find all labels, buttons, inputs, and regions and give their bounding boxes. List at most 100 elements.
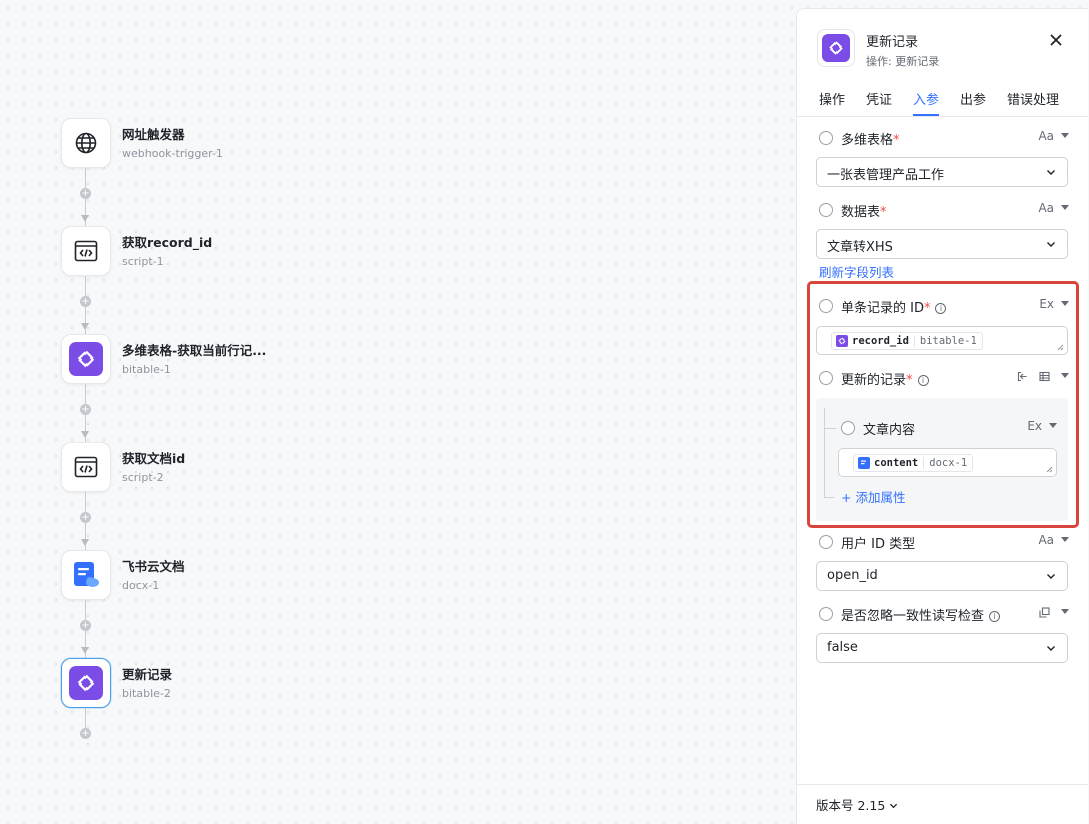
- cloud-doc-icon: [858, 457, 870, 469]
- field-toggle-radio[interactable]: [819, 607, 833, 621]
- info-icon: i: [917, 375, 929, 386]
- record-id-expression-input[interactable]: record_id bitable-1: [816, 326, 1068, 355]
- tab-input-params[interactable]: 入参: [913, 89, 939, 108]
- field-toggle-radio[interactable]: [819, 535, 833, 549]
- resize-handle-icon: [1057, 344, 1064, 351]
- type-selector[interactable]: [1017, 369, 1069, 383]
- field-article-content: 文章内容 Ex: [841, 418, 1057, 438]
- chevron-down-icon: [1047, 170, 1055, 175]
- arrow-down-icon: [81, 323, 89, 330]
- node-subtitle: bitable-2: [122, 687, 171, 700]
- field-record-id: 单条记录的 ID* i Ex: [819, 296, 1069, 316]
- node-title: 网址触发器: [122, 127, 185, 142]
- type-selector[interactable]: Aa: [1038, 533, 1069, 547]
- field-label: 更新的记录* i: [841, 369, 929, 388]
- field-toggle-radio[interactable]: [841, 421, 855, 435]
- arrow-down-icon: [81, 647, 89, 654]
- field-toggle-radio[interactable]: [819, 299, 833, 313]
- field-label: 数据表*: [841, 205, 887, 220]
- code-script-icon: [61, 226, 111, 276]
- flow-node-docx-1[interactable]: 飞书云文档 docx-1: [61, 550, 401, 600]
- add-step-button[interactable]: +: [80, 620, 91, 631]
- node-title: 更新记录: [122, 667, 173, 682]
- add-step-button[interactable]: +: [80, 728, 91, 739]
- refresh-field-list-link[interactable]: 刷新字段列表: [819, 262, 894, 281]
- active-tab-indicator: [913, 114, 939, 116]
- field-updated-record: 更新的记录* i: [819, 368, 1069, 388]
- import-icon: [1018, 371, 1027, 382]
- field-sheet: 数据表* Aa: [819, 200, 1069, 220]
- flow-node-webhook-trigger[interactable]: 网址触发器 webhook-trigger-1: [61, 118, 401, 168]
- bitable-icon: [836, 335, 848, 347]
- field-label: 单条记录的 ID* i: [841, 297, 947, 316]
- tab-credential[interactable]: 凭证: [866, 89, 892, 108]
- sheet-select[interactable]: 文章转XHS: [816, 229, 1068, 259]
- node-config-panel: 更新记录 操作: 更新记录 操作 凭证 入参 出参 错误处理 多维表格* Aa …: [796, 8, 1088, 824]
- add-attribute-button[interactable]: + 添加属性: [841, 487, 905, 506]
- close-icon[interactable]: [1047, 31, 1065, 49]
- field-label: 多维表格*: [841, 133, 900, 148]
- ignore-consistency-select[interactable]: false: [816, 633, 1068, 663]
- type-selector[interactable]: Aa: [1038, 201, 1069, 215]
- resize-handle-icon: [1046, 466, 1053, 473]
- type-selector[interactable]: Ex: [1039, 297, 1069, 311]
- chevron-down-icon: [1047, 646, 1055, 651]
- field-label: 文章内容: [863, 423, 916, 438]
- add-step-button[interactable]: +: [80, 188, 91, 199]
- type-selector[interactable]: Ex: [1027, 419, 1057, 433]
- bitable-icon: [817, 29, 855, 67]
- tree-line: [824, 428, 836, 429]
- chevron-down-icon: [1047, 574, 1055, 579]
- variable-chip[interactable]: content docx-1: [853, 454, 974, 472]
- globe-icon: [61, 118, 111, 168]
- panel-footer: 版本号 2.15: [797, 784, 1088, 824]
- field-toggle-radio[interactable]: [819, 203, 833, 217]
- field-label: 用户 ID 类型: [841, 537, 916, 552]
- user-id-type-select[interactable]: open_id: [816, 561, 1068, 591]
- node-title: 获取文档id: [122, 451, 186, 466]
- node-subtitle: webhook-trigger-1: [122, 147, 223, 160]
- bitable-icon: [61, 334, 111, 384]
- table-select[interactable]: 一张表管理产品工作: [816, 157, 1068, 187]
- type-selector[interactable]: [1039, 605, 1069, 619]
- add-step-button[interactable]: +: [80, 296, 91, 307]
- copy-icon: [1039, 607, 1050, 618]
- panel-tabs: 操作 凭证 入参 出参 错误处理: [797, 87, 1088, 117]
- version-selector[interactable]: 版本号 2.15: [816, 795, 898, 814]
- bitable-icon: [61, 658, 111, 708]
- variable-chip[interactable]: record_id bitable-1: [831, 332, 983, 350]
- flow-node-bitable-1[interactable]: 多维表格-获取当前行记... bitable-1: [61, 334, 401, 384]
- workflow-canvas[interactable]: 网址触发器 webhook-trigger-1 获取record_id scri…: [0, 0, 796, 824]
- tab-operation[interactable]: 操作: [819, 89, 845, 108]
- connector-line: [85, 708, 86, 728]
- type-selector[interactable]: Aa: [1038, 129, 1069, 143]
- tab-error-handling[interactable]: 错误处理: [1007, 89, 1059, 108]
- arrow-down-icon: [81, 539, 89, 546]
- field-ignore-consistency: 是否忽略一致性读写检查 i: [819, 604, 1069, 624]
- cloud-doc-icon: [61, 550, 111, 600]
- table-icon: [1039, 371, 1050, 382]
- add-step-button[interactable]: +: [80, 404, 91, 415]
- flow-node-script-1[interactable]: 获取record_id script-1: [61, 226, 401, 276]
- arrow-down-icon: [81, 215, 89, 222]
- article-content-expression-input[interactable]: content docx-1: [838, 448, 1057, 477]
- panel-title: 更新记录: [866, 35, 919, 50]
- node-subtitle: bitable-1: [122, 363, 171, 376]
- node-subtitle: script-1: [122, 255, 164, 268]
- panel-subtitle: 操作: 更新记录: [866, 55, 940, 68]
- chevron-down-icon: [1047, 242, 1055, 247]
- node-subtitle: docx-1: [122, 579, 160, 592]
- flow-node-script-2[interactable]: 获取文档id script-2: [61, 442, 401, 492]
- arrow-down-icon: [81, 431, 89, 438]
- field-toggle-radio[interactable]: [819, 131, 833, 145]
- node-title: 获取record_id: [122, 235, 213, 250]
- node-title: 多维表格-获取当前行记...: [122, 343, 267, 358]
- flow-node-bitable-2[interactable]: 更新记录 bitable-2: [61, 658, 401, 708]
- tab-output-params[interactable]: 出参: [960, 89, 986, 108]
- tree-line: [824, 497, 834, 498]
- node-subtitle: script-2: [122, 471, 164, 484]
- tree-line: [824, 408, 825, 498]
- add-step-button[interactable]: +: [80, 512, 91, 523]
- code-script-icon: [61, 442, 111, 492]
- field-toggle-radio[interactable]: [819, 371, 833, 385]
